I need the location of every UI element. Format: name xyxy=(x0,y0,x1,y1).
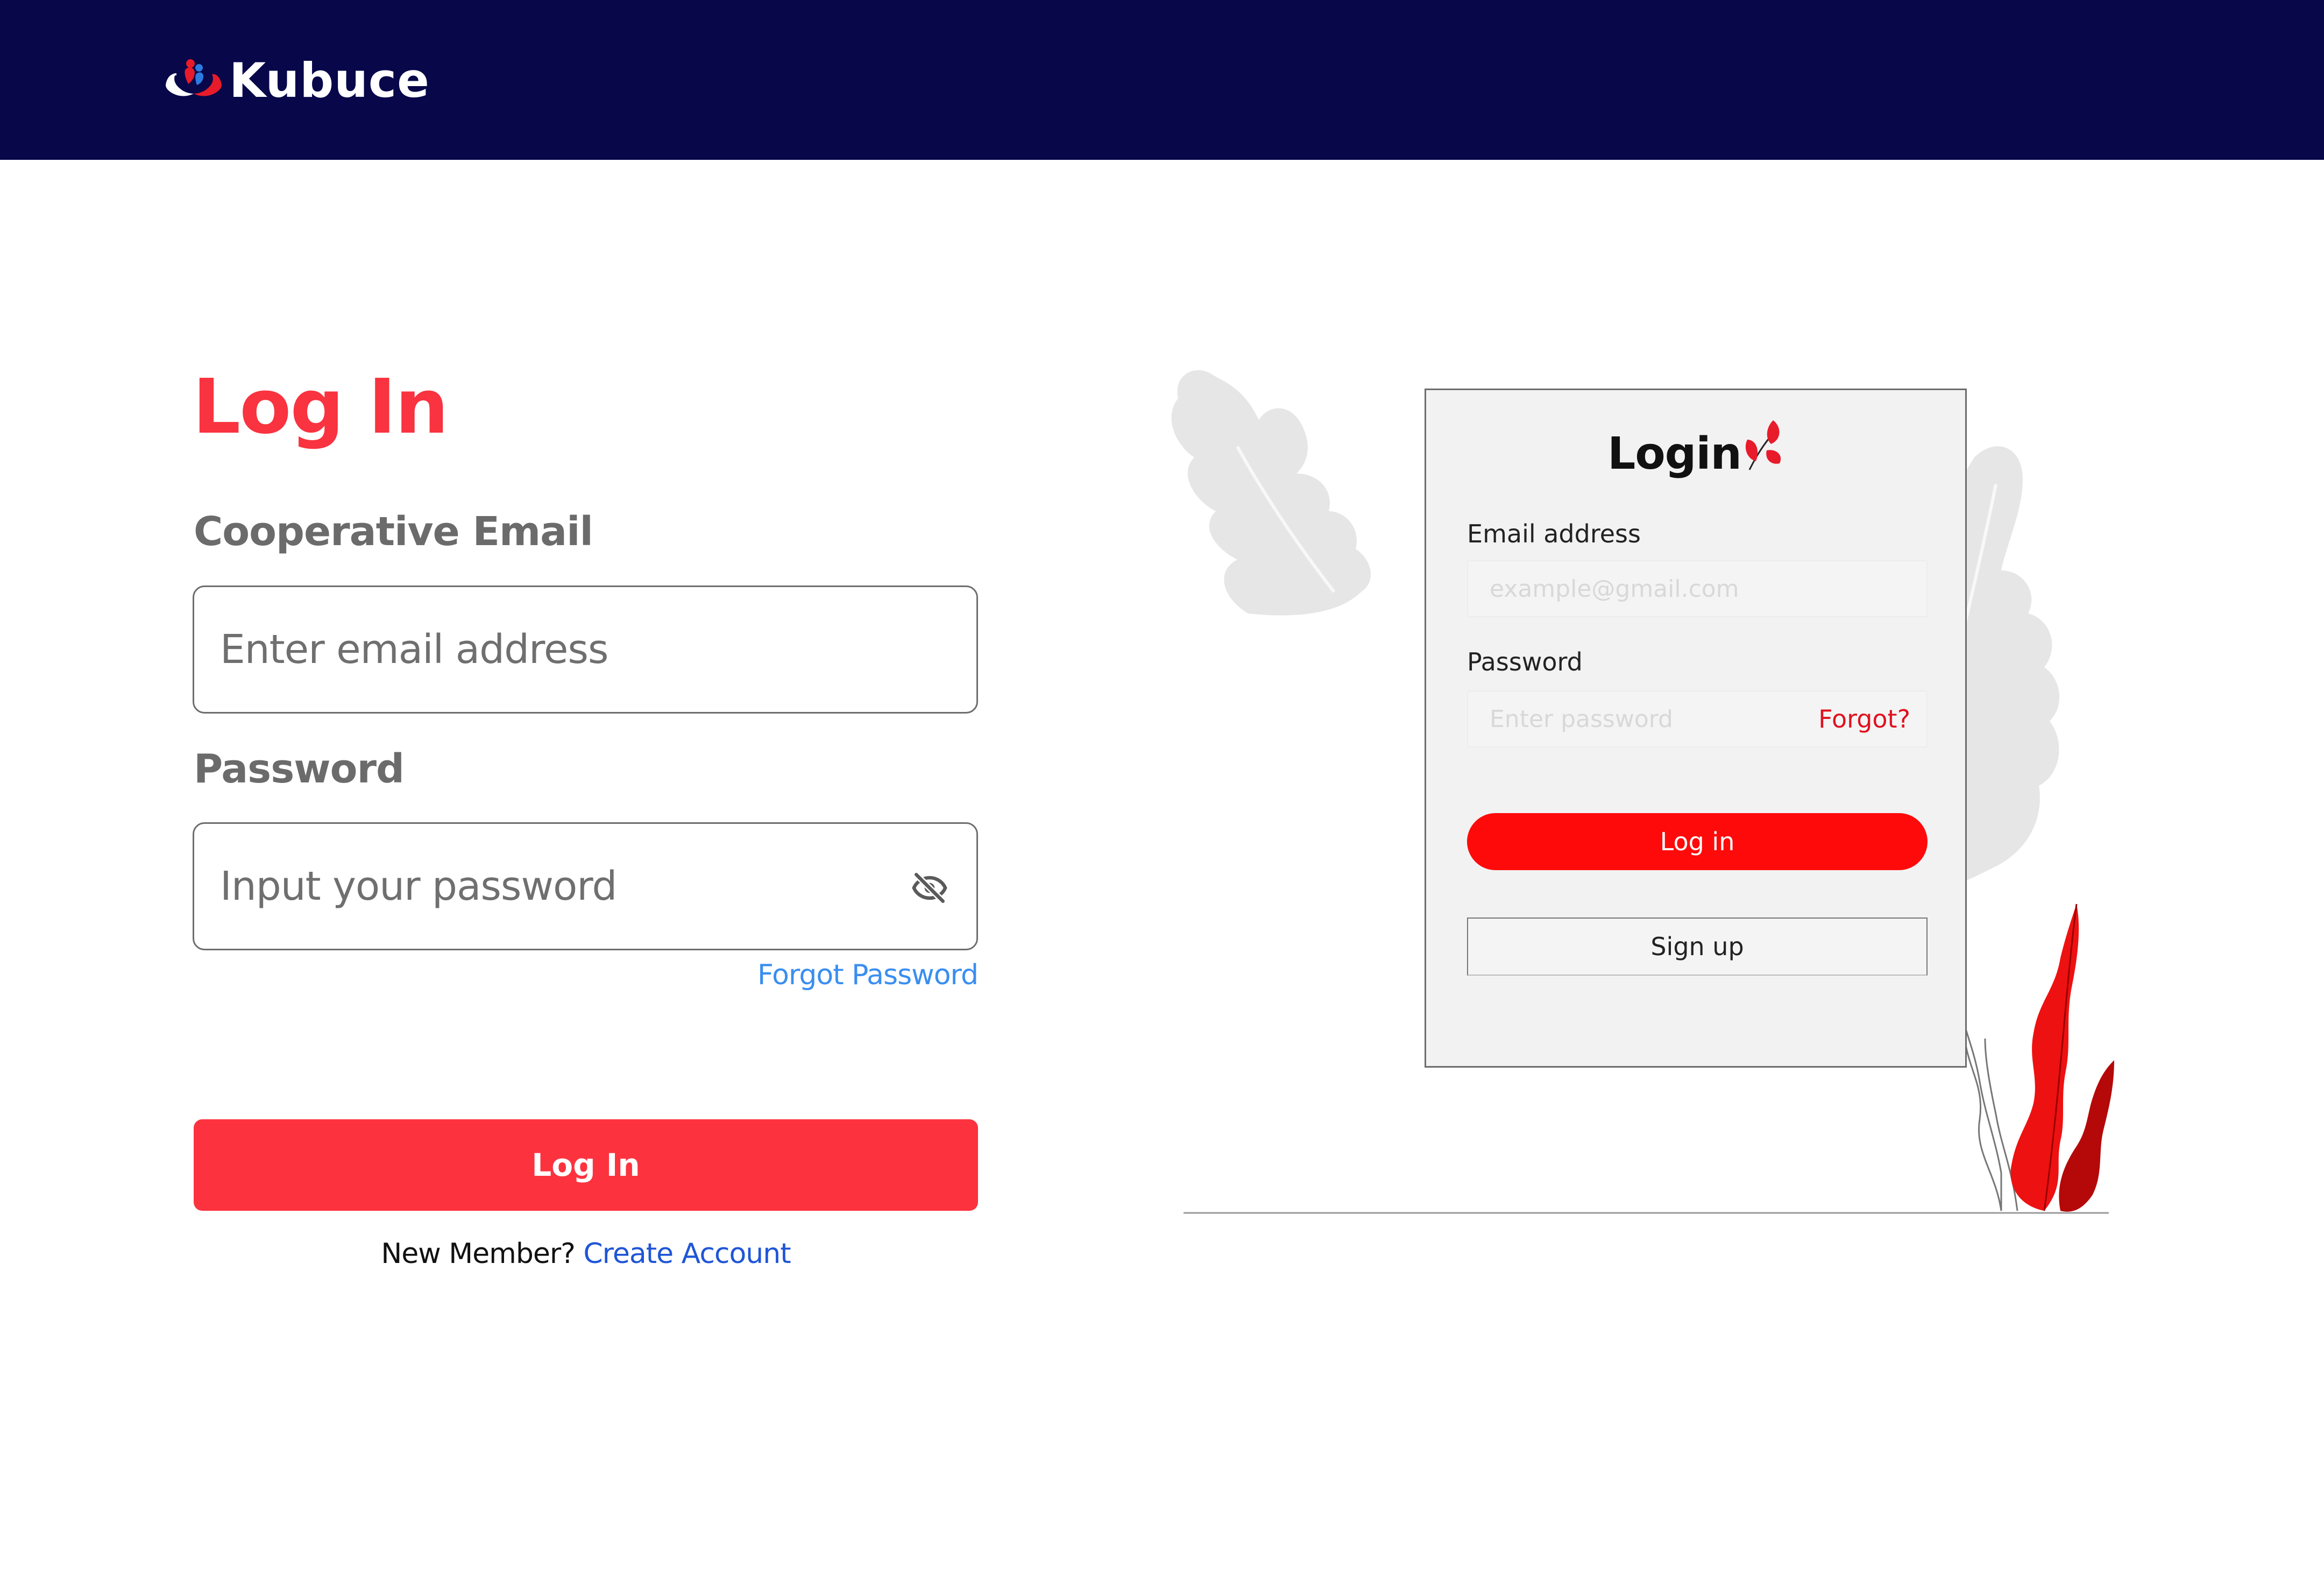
kubuce-logo-icon xyxy=(166,59,222,96)
eye-off-icon[interactable] xyxy=(910,869,950,907)
login-button[interactable]: Log In xyxy=(194,1119,978,1211)
mockup-email-field xyxy=(1467,560,1928,617)
mockup-password-field: Forgot? xyxy=(1467,690,1928,747)
mockup-password-input xyxy=(1490,691,1791,746)
mockup-forgot-link: Forgot? xyxy=(1818,704,1910,733)
email-input[interactable] xyxy=(220,587,887,712)
gray-leaf-left xyxy=(1171,370,1371,616)
brand-name: Kubuce xyxy=(229,53,430,108)
forgot-password-link[interactable]: Forgot Password xyxy=(757,959,979,991)
mockup-title-row: Login xyxy=(1426,420,1965,486)
top-navigation-bar: Kubuce xyxy=(0,0,2324,160)
email-label: Cooperative Email xyxy=(194,509,593,555)
mockup-login-button: Log in xyxy=(1467,813,1928,870)
mockup-email-label: Email address xyxy=(1467,519,1641,548)
new-member-text: New Member? xyxy=(381,1238,575,1270)
signup-prompt: New Member? Create Account xyxy=(194,1238,978,1270)
password-field-container xyxy=(193,822,978,950)
mockup-signup-button: Sign up xyxy=(1467,918,1928,976)
email-field-container xyxy=(193,585,978,714)
login-card-mockup: Login Email address Password Forgot? Log… xyxy=(1425,389,1967,1068)
leaf-icon xyxy=(1745,420,1781,470)
password-label: Password xyxy=(194,746,405,792)
mockup-title: Login xyxy=(1607,428,1742,479)
brand-logo[interactable]: Kubuce xyxy=(161,54,430,108)
create-account-link[interactable]: Create Account xyxy=(583,1238,791,1270)
page-title: Log In xyxy=(193,363,449,451)
password-input[interactable] xyxy=(220,824,887,949)
mockup-password-label: Password xyxy=(1467,647,1583,676)
mockup-email-input xyxy=(1490,561,1791,616)
